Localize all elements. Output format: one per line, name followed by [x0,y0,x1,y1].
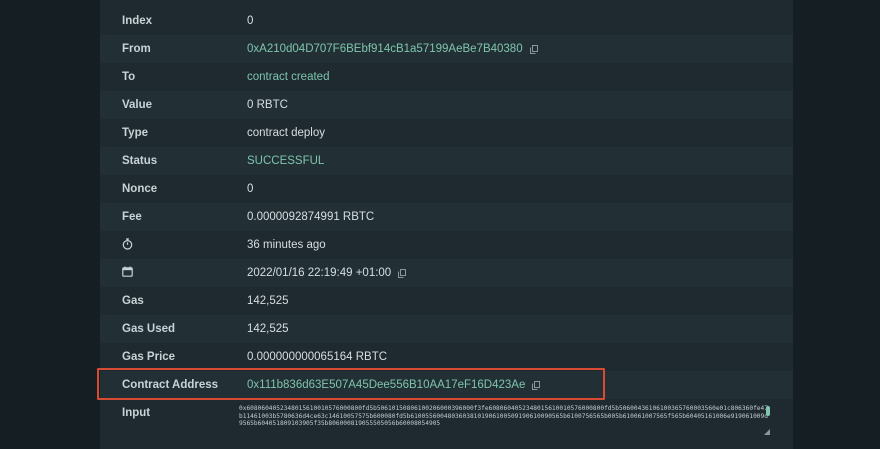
input-scrollbar[interactable] [766,406,770,416]
calendar-icon [122,266,133,280]
gas-used-label: Gas Used [122,323,176,335]
from-label: From [122,43,151,55]
from-address-link[interactable]: 0xA210d04D707F6BEbf914cB1a57199AeBe7B403… [247,43,523,55]
type-value: contract deploy [247,127,325,139]
timestamp-text: 2022/01/16 22:19:49 +01:00 [247,267,392,279]
nonce-label: Nonce [122,183,158,195]
index-value: 0 [247,15,254,27]
row-timestamp: 2022/01/16 22:19:49 +01:00 [100,259,793,287]
contract-address-highlight [97,368,605,400]
row-to: To contract created [100,63,793,91]
row-gas-used: Gas Used 142,525 [100,315,793,343]
copy-icon[interactable] [398,268,407,278]
from-address-value: 0xA210d04D707F6BEbf914cB1a57199AeBe7B403… [247,43,538,55]
copy-icon[interactable] [529,44,538,54]
age-value: 36 minutes ago [247,239,326,251]
resize-handle-icon[interactable] [764,424,770,435]
stopwatch-icon [122,238,133,253]
row-index: Index 0 [100,7,793,35]
timestamp-value: 2022/01/16 22:19:49 +01:00 [247,267,407,279]
row-gas: Gas 142,525 [100,287,793,315]
row-from: From 0xA210d04D707F6BEbf914cB1a57199AeBe… [100,35,793,63]
index-label: Index [122,15,153,27]
fee-value: 0.0000092874991 RBTC [247,211,375,223]
gas-used-value: 142,525 [247,323,289,335]
row-fee: Fee 0.0000092874991 RBTC [100,203,793,231]
to-value[interactable]: contract created [247,71,329,83]
row-nonce: Nonce 0 [100,175,793,203]
input-label: Input [122,407,151,419]
nonce-value: 0 [247,183,254,195]
gas-value: 142,525 [247,295,289,307]
type-label: Type [122,127,148,139]
row-age: 36 minutes ago [100,231,793,259]
value-label: Value [122,99,153,111]
gas-label: Gas [122,295,144,307]
status-label: Status [122,155,158,167]
gas-price-value: 0.000000000065164 RBTC [247,351,388,363]
to-label: To [122,71,136,83]
fee-label: Fee [122,211,142,223]
value-amount: 0 RBTC [247,99,288,111]
gas-price-label: Gas Price [122,351,176,363]
row-gas-price: Gas Price 0.000000000065164 RBTC [100,343,793,371]
input-data-field[interactable]: 0x6080604052348015610010576000800fd5b506… [239,405,771,428]
status-badge: SUCCESSFUL [247,155,325,167]
row-type: Type contract deploy [100,119,793,147]
row-value: Value 0 RBTC [100,91,793,119]
row-status: Status SUCCESSFUL [100,147,793,175]
